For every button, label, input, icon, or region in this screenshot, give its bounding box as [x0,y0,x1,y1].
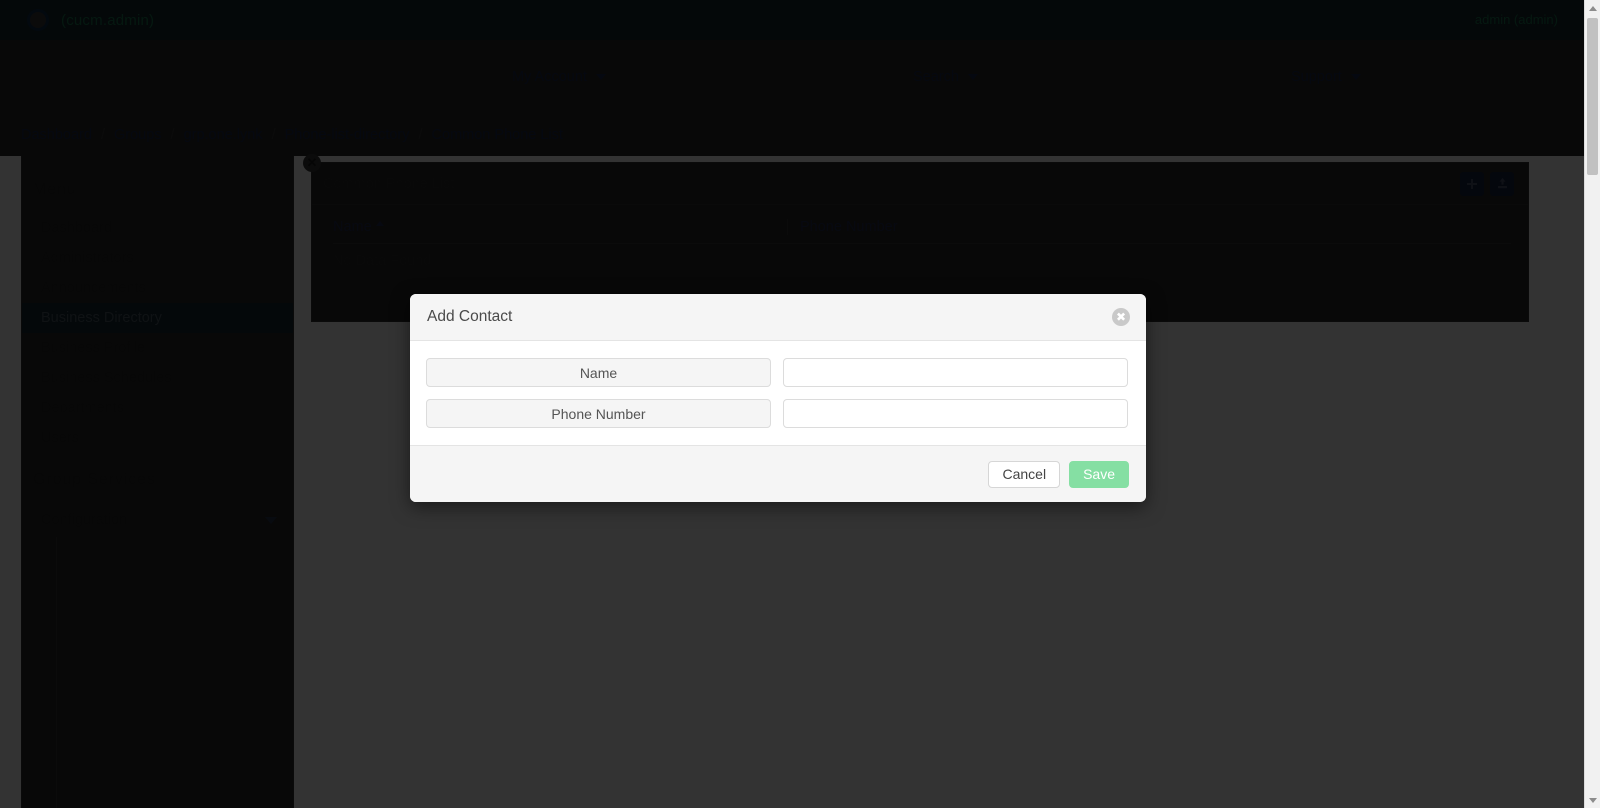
dialog-footer: Cancel Save [410,445,1146,502]
caret-down-icon [1588,797,1597,803]
caret-up-icon [1588,5,1597,11]
scroll-down-button[interactable] [1585,792,1600,808]
scroll-up-button[interactable] [1585,0,1600,16]
scrollbar-thumb[interactable] [1587,18,1598,175]
dialog-header: Add Contact ✖ [410,294,1146,341]
phone-number-input[interactable] [783,399,1128,428]
form-row-name: Name [426,358,1130,387]
add-contact-dialog: Add Contact ✖ Name Phone Number Cancel S… [410,294,1146,502]
close-circle-icon[interactable]: ✖ [1112,308,1130,326]
name-field-label: Name [426,358,771,387]
dialog-body: Name Phone Number [410,341,1146,445]
name-input[interactable] [783,358,1128,387]
dialog-title: Add Contact [427,308,513,325]
application-page: (cucm.admin) admin (admin) My Account Se… [0,0,1584,808]
cancel-button[interactable]: Cancel [988,460,1061,488]
phone-number-field-label: Phone Number [426,399,771,428]
save-button[interactable]: Save [1069,460,1129,488]
form-row-phone-number: Phone Number [426,399,1130,428]
vertical-scrollbar[interactable] [1584,0,1600,808]
